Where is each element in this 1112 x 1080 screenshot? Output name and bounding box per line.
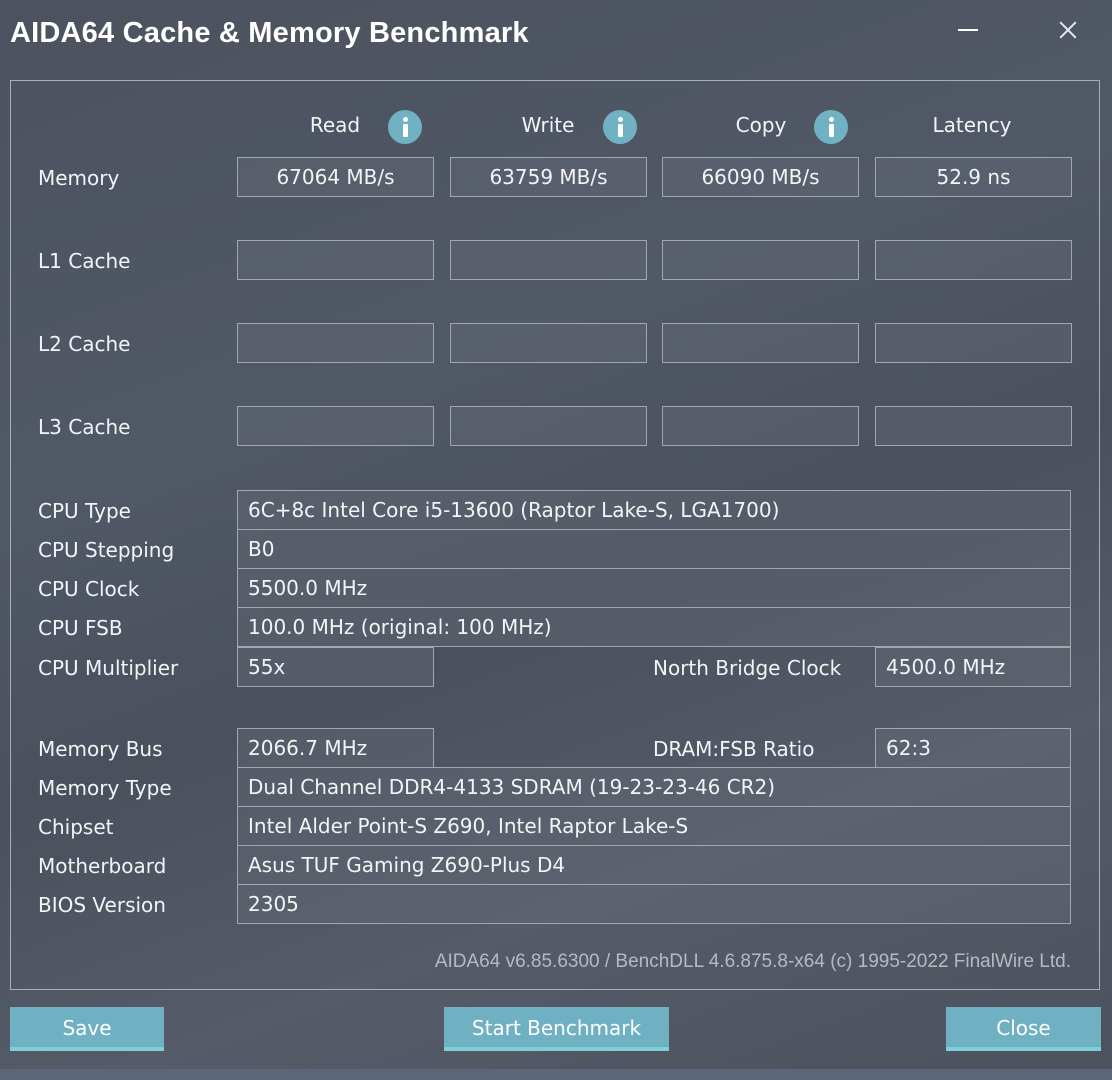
column-header-read: Read [309, 113, 361, 137]
window-title: AIDA64 Cache & Memory Benchmark [10, 17, 529, 49]
l1-read-value [237, 240, 434, 280]
memory-type-label: Memory Type [38, 776, 172, 800]
motherboard-value: Asus TUF Gaming Z690-Plus D4 [237, 845, 1071, 885]
memory-write-value: 63759 MB/s [450, 157, 647, 197]
l3-read-value [237, 406, 434, 446]
l2-copy-value [662, 323, 859, 363]
cpu-type-label: CPU Type [38, 499, 131, 523]
l3-copy-value [662, 406, 859, 446]
cpu-fsb-value: 100.0 MHz (original: 100 MHz) [237, 607, 1071, 647]
l1-write-value [450, 240, 647, 280]
row-label-l3-cache: L3 Cache [38, 415, 131, 439]
memory-latency-value: 52.9 ns [875, 157, 1072, 197]
cpu-type-value: 6C+8c Intel Core i5-13600 (Raptor Lake-S… [237, 490, 1071, 530]
cpu-multiplier-value: 55x [237, 647, 434, 687]
read-info-icon[interactable] [388, 110, 422, 144]
north-bridge-clock-value: 4500.0 MHz [875, 647, 1071, 687]
cpu-clock-value: 5500.0 MHz [237, 568, 1071, 608]
row-label-memory: Memory [38, 166, 120, 190]
cpu-clock-label: CPU Clock [38, 577, 140, 601]
dram-fsb-ratio-label: DRAM:FSB Ratio [653, 737, 815, 761]
dram-fsb-ratio-value: 62:3 [875, 728, 1071, 768]
cpu-multiplier-label: CPU Multiplier [38, 656, 179, 680]
column-header-latency: Latency [932, 113, 1012, 137]
title-bar: AIDA64 Cache & Memory Benchmark [0, 0, 1112, 70]
column-header-copy: Copy [735, 113, 787, 137]
memory-bus-label: Memory Bus [38, 737, 163, 761]
l1-latency-value [875, 240, 1072, 280]
minimize-icon[interactable] [946, 14, 986, 48]
l2-read-value [237, 323, 434, 363]
memory-bus-value: 2066.7 MHz [237, 728, 434, 768]
memory-read-value: 67064 MB/s [237, 157, 434, 197]
bios-version-value: 2305 [237, 884, 1071, 924]
cpu-stepping-value: B0 [237, 529, 1071, 569]
bios-version-label: BIOS Version [38, 893, 166, 917]
l1-copy-value [662, 240, 859, 280]
copy-info-icon[interactable] [814, 110, 848, 144]
memory-type-value: Dual Channel DDR4-4133 SDRAM (19-23-23-4… [237, 767, 1071, 807]
chipset-label: Chipset [38, 815, 114, 839]
l2-latency-value [875, 323, 1072, 363]
close-button[interactable]: Close [946, 1007, 1101, 1051]
memory-copy-value: 66090 MB/s [662, 157, 859, 197]
cpu-stepping-label: CPU Stepping [38, 538, 175, 562]
chipset-value: Intel Alder Point-S Z690, Intel Raptor L… [237, 806, 1071, 846]
north-bridge-clock-label: North Bridge Clock [653, 656, 842, 680]
close-icon[interactable] [1048, 14, 1088, 48]
l3-write-value [450, 406, 647, 446]
start-benchmark-button[interactable]: Start Benchmark [444, 1007, 669, 1051]
bottom-bar [0, 1069, 1112, 1080]
save-button[interactable]: Save [10, 1007, 164, 1051]
version-footer: AIDA64 v6.85.6300 / BenchDLL 4.6.875.8-x… [434, 951, 1071, 972]
row-label-l1-cache: L1 Cache [38, 249, 131, 273]
write-info-icon[interactable] [603, 110, 637, 144]
column-header-write: Write [521, 113, 575, 137]
cpu-fsb-label: CPU FSB [38, 616, 123, 640]
motherboard-label: Motherboard [38, 854, 167, 878]
l3-latency-value [875, 406, 1072, 446]
row-label-l2-cache: L2 Cache [38, 332, 131, 356]
l2-write-value [450, 323, 647, 363]
